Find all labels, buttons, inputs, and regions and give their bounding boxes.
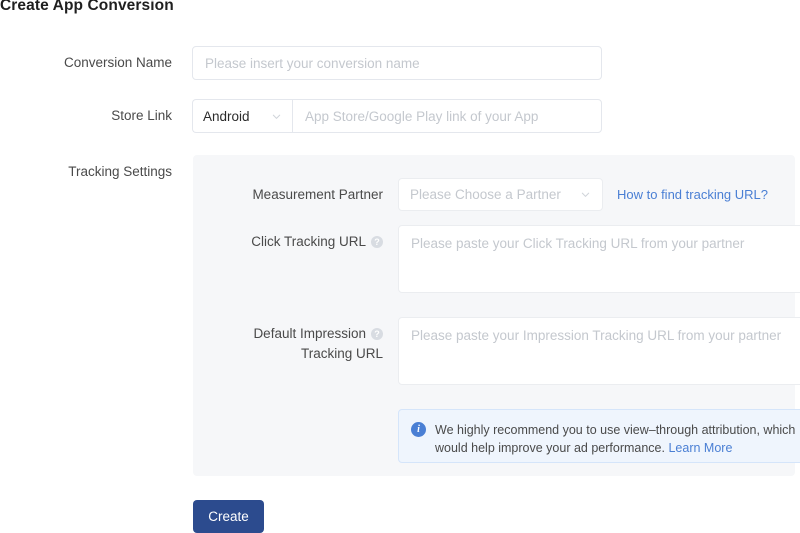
store-url-input[interactable] [292, 99, 602, 133]
click-tracking-url-row: Click Tracking URL? [203, 225, 800, 293]
info-circle-icon: i [411, 422, 426, 437]
learn-more-link[interactable]: Learn More [668, 441, 732, 455]
platform-select[interactable]: Android [192, 99, 292, 133]
store-link-row: Store Link Android [0, 99, 602, 133]
tracking-settings-label: Tracking Settings [68, 164, 172, 179]
impression-tracking-url-row: Default Impression? Tracking URL [203, 317, 800, 385]
notice-text-container: We highly recommend you to use view–thro… [435, 421, 797, 457]
measurement-partner-placeholder: Please Choose a Partner [410, 187, 561, 202]
tracking-settings-panel: Measurement Partner Please Choose a Part… [193, 155, 800, 476]
tracking-settings-row: Tracking Settings [0, 157, 172, 181]
store-link-group: Android [192, 99, 602, 133]
click-tracking-url-label: Click Tracking URL? [203, 225, 383, 252]
impression-tracking-url-label: Default Impression? Tracking URL [203, 317, 383, 364]
chevron-down-icon [580, 189, 591, 200]
notice-text: We highly recommend you to use view–thro… [435, 423, 796, 455]
conversion-name-label: Conversion Name [63, 55, 172, 70]
impression-tracking-url-textarea[interactable] [398, 317, 800, 385]
measurement-partner-row: Measurement Partner Please Choose a Part… [203, 178, 768, 211]
view-through-attribution-notice: i We highly recommend you to use view–th… [398, 409, 800, 463]
conversion-name-input[interactable] [192, 46, 602, 80]
measurement-partner-label: Measurement Partner [252, 187, 383, 202]
platform-select-value: Android [203, 108, 250, 124]
store-link-label: Store Link [111, 108, 172, 123]
how-to-find-tracking-url-link[interactable]: How to find tracking URL? [617, 178, 768, 211]
question-mark-icon[interactable]: ? [371, 328, 383, 340]
create-button[interactable]: Create [193, 500, 264, 533]
click-tracking-url-textarea[interactable] [398, 225, 800, 293]
measurement-partner-select[interactable]: Please Choose a Partner [398, 178, 603, 211]
click-tracking-url-label-text: Click Tracking URL [251, 234, 366, 249]
impression-tracking-url-label-line2: Tracking URL [300, 346, 383, 361]
page-title: Create App Conversion [0, 0, 174, 14]
conversion-name-row: Conversion Name [0, 46, 602, 80]
question-mark-icon[interactable]: ? [371, 236, 383, 248]
impression-tracking-url-label-line1: Default Impression [253, 326, 366, 341]
chevron-down-icon [271, 111, 282, 122]
